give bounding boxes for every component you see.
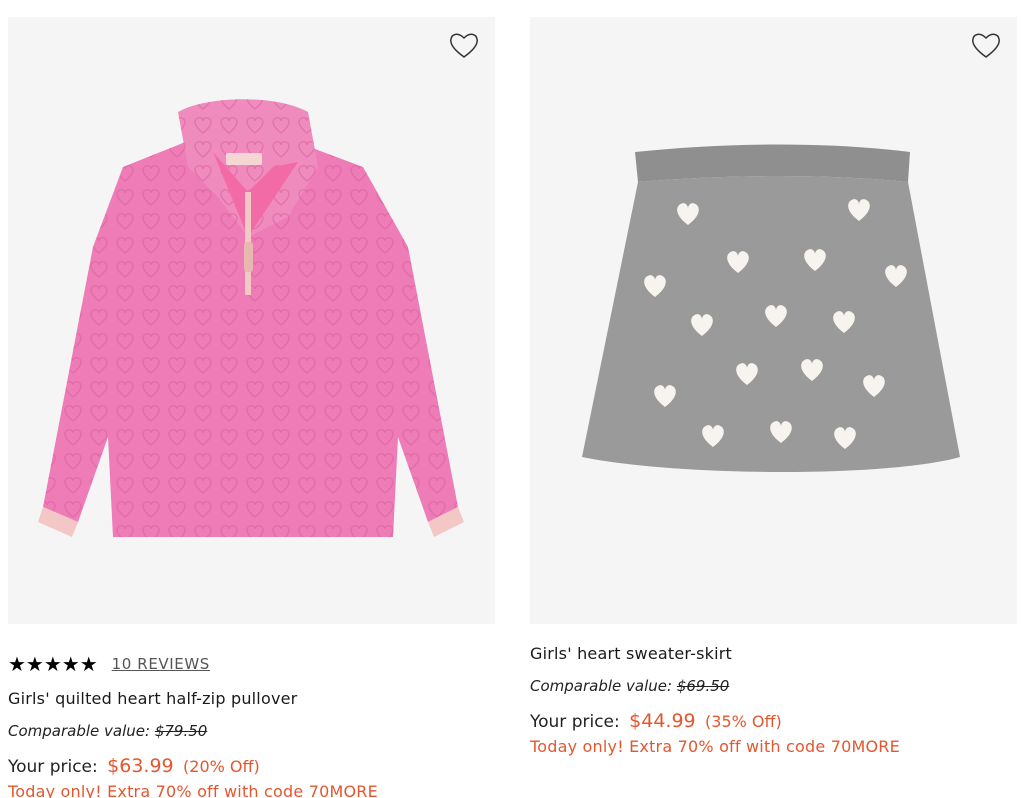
- star-rating: ★★★★★: [8, 651, 98, 676]
- comparable-price: $79.50: [154, 722, 208, 740]
- sale-price: $44.99: [629, 710, 696, 732]
- promo-text: Today only! Extra 70% off with code 70MO…: [8, 782, 378, 798]
- favorite-heart-icon[interactable]: [449, 31, 479, 59]
- discount-badge: (35% Off): [705, 712, 782, 731]
- your-price-label: Your price:: [530, 712, 620, 732]
- price-row: Your price: $63.99 (20% Off): [8, 755, 495, 778]
- pullover-illustration: [38, 99, 464, 537]
- promo-text: Today only! Extra 70% off with code 70MO…: [530, 737, 900, 756]
- favorite-heart-icon[interactable]: [971, 31, 1001, 59]
- comparable-price: $69.50: [676, 677, 730, 695]
- product-name[interactable]: Girls' heart sweater-skirt: [530, 644, 1017, 664]
- reviews-link[interactable]: 10 REVIEWS: [112, 655, 210, 673]
- comparable-value: Comparable value: $79.50: [8, 721, 495, 741]
- price-row: Your price: $44.99 (35% Off): [530, 710, 1017, 733]
- product-card-skirt[interactable]: Girls' heart sweater-skirt Comparable va…: [530, 17, 1017, 757]
- comparable-value: Comparable value: $69.50: [530, 676, 1017, 696]
- your-price-label: Your price:: [8, 757, 98, 777]
- product-image-pullover[interactable]: [8, 17, 495, 624]
- product-info-skirt: Girls' heart sweater-skirt Comparable va…: [530, 644, 1017, 757]
- product-card-pullover[interactable]: ★★★★★ 10 REVIEWS Girls' quilted heart ha…: [8, 17, 495, 798]
- comparable-label: Comparable value:: [8, 722, 151, 740]
- comparable-label: Comparable value:: [530, 677, 673, 695]
- skirt-illustration: [582, 144, 960, 472]
- product-info-pullover: ★★★★★ 10 REVIEWS Girls' quilted heart ha…: [8, 646, 495, 798]
- product-name[interactable]: Girls' quilted heart half-zip pullover: [8, 689, 495, 709]
- rating-row: ★★★★★ 10 REVIEWS: [8, 646, 495, 681]
- discount-badge: (20% Off): [183, 757, 260, 776]
- product-image-skirt[interactable]: [530, 17, 1017, 624]
- sale-price: $63.99: [107, 755, 174, 777]
